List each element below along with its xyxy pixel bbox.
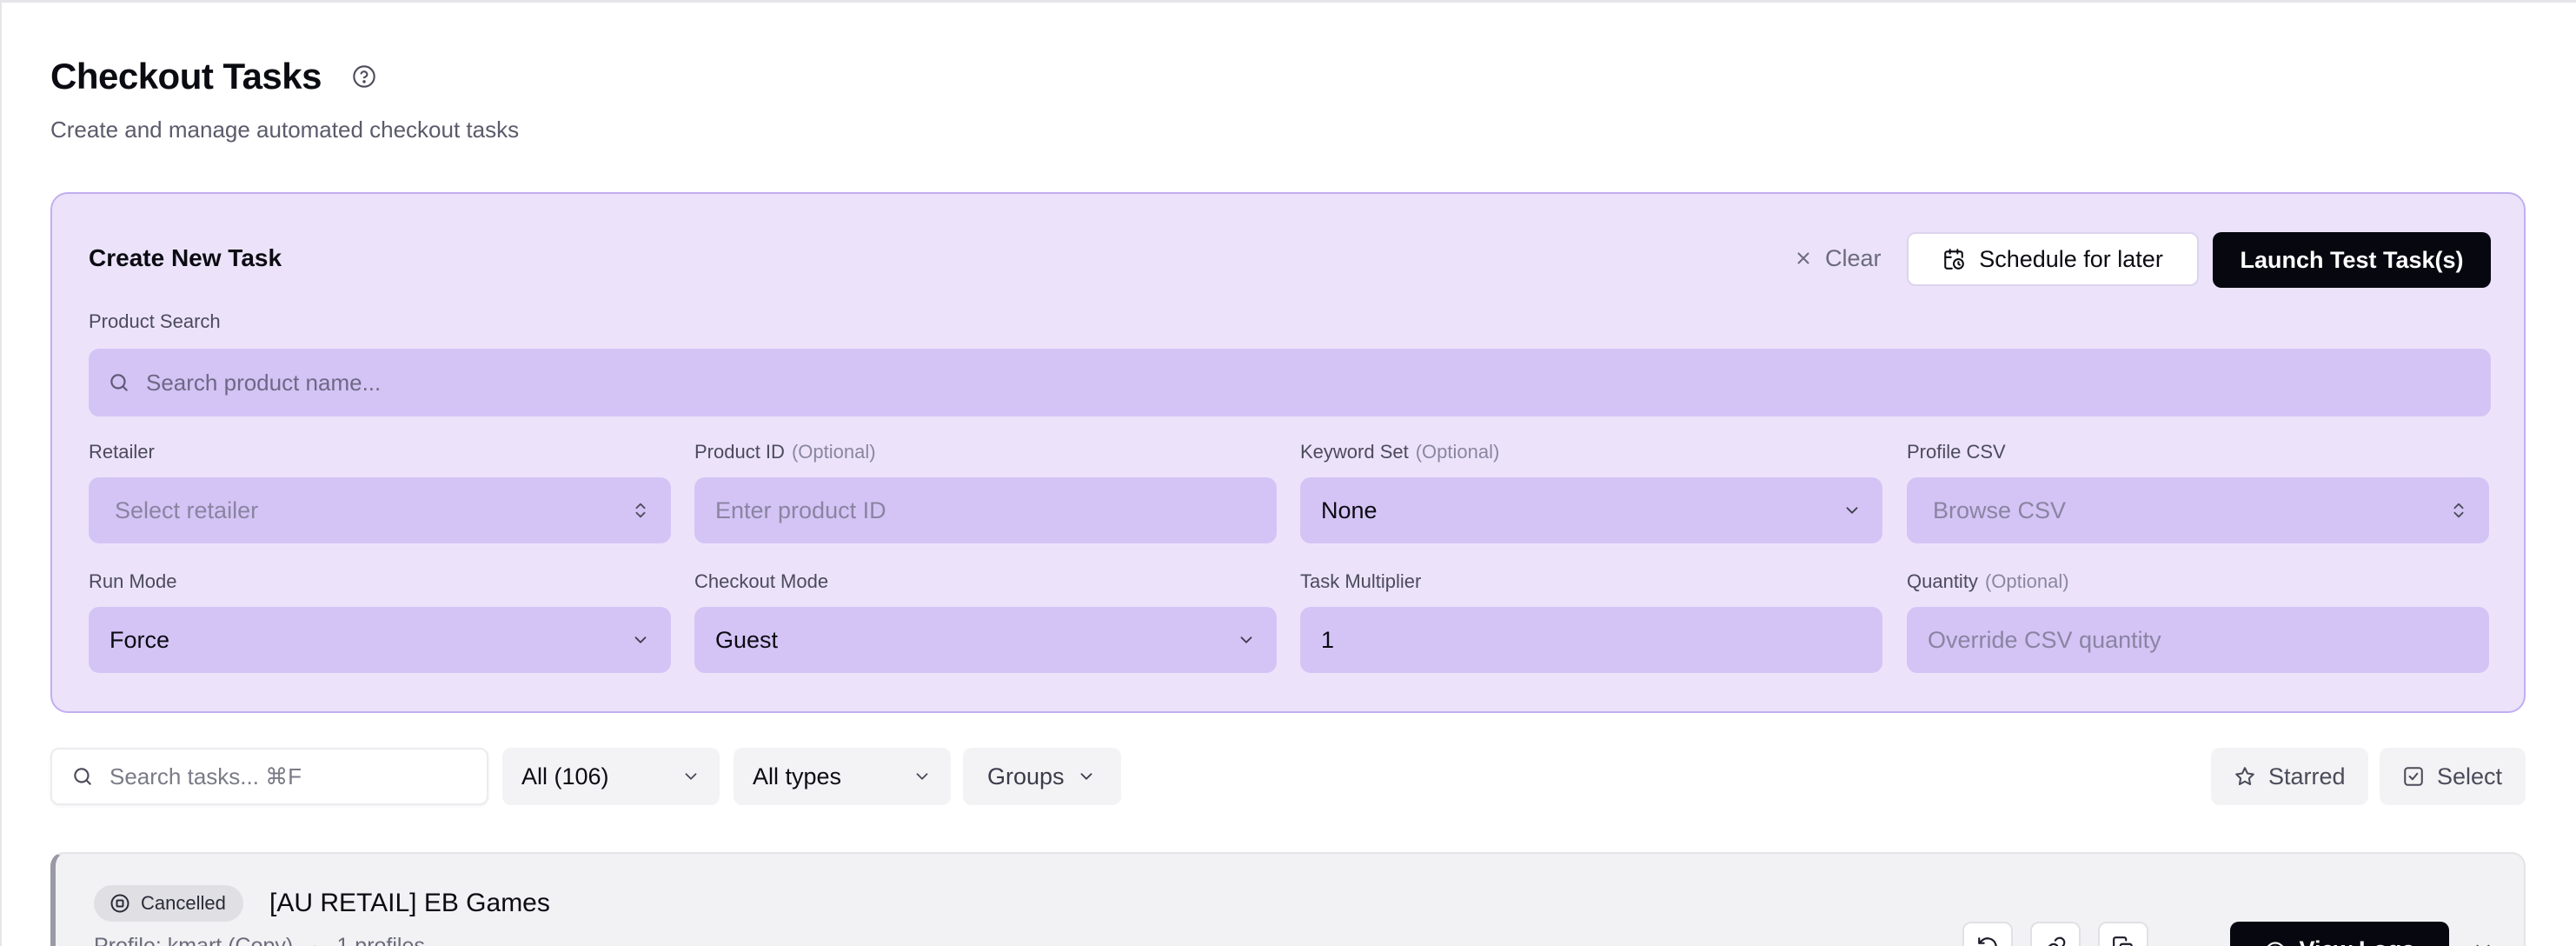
- task-title: [AU RETAIL] EB Games: [269, 889, 550, 917]
- task-multiplier-value: 1: [1321, 626, 1335, 653]
- left-border: [0, 0, 2, 946]
- duplicate-button[interactable]: [2098, 922, 2148, 946]
- groups-dropdown[interactable]: Groups: [963, 748, 1121, 805]
- search-icon: [74, 768, 91, 785]
- profile-csv-label: Profile CSV: [1907, 441, 2006, 463]
- type-filter-dropdown[interactable]: All types: [734, 748, 951, 805]
- restart-button[interactable]: [1962, 922, 2013, 946]
- checkout-mode-value: Guest: [715, 626, 779, 653]
- page-header: Checkout Tasks Create and manage automat…: [50, 56, 519, 143]
- quantity-label-text: Quantity: [1907, 570, 1978, 592]
- task-search-input[interactable]: Search tasks... ⌘F: [50, 748, 488, 805]
- view-logs-button[interactable]: View Logs: [2230, 922, 2449, 946]
- product-id-label: Product ID (Optional): [694, 441, 876, 463]
- run-mode-value: Force: [110, 626, 170, 653]
- schedule-label: Schedule for later: [1979, 245, 2163, 272]
- chevrons-up-down-icon: [635, 503, 646, 518]
- calendar-clock-icon: [1944, 249, 1965, 270]
- chevron-down-icon: [2476, 944, 2490, 946]
- type-filter-value: All types: [753, 763, 842, 789]
- retailer-placeholder: Select retailer: [115, 496, 259, 523]
- groups-label: Groups: [987, 763, 1065, 789]
- link-icon: [2048, 936, 2066, 946]
- copy-icon: [2113, 936, 2133, 946]
- expand-task-chevron[interactable]: [2472, 937, 2494, 946]
- close-icon: [1797, 252, 1809, 264]
- product-search-input[interactable]: Search product name...: [89, 349, 2491, 416]
- view-logs-label: View Logs: [2299, 936, 2414, 946]
- retailer-select[interactable]: Select retailer: [89, 477, 671, 543]
- product-id-label-text: Product ID: [694, 441, 785, 463]
- checkbox-icon: [2404, 767, 2423, 786]
- quantity-placeholder: Override CSV quantity: [1928, 626, 2161, 653]
- schedule-button[interactable]: Schedule for later: [1907, 232, 2199, 286]
- eye-icon: [2267, 942, 2284, 946]
- chevron-down-icon: [634, 636, 647, 643]
- product-search-placeholder: Search product name...: [146, 369, 382, 396]
- status-badge-label: Cancelled: [141, 892, 226, 914]
- chevron-down-icon: [1080, 773, 1092, 780]
- status-filter-value: All (106): [521, 763, 609, 789]
- status-badge: Cancelled: [94, 885, 243, 922]
- top-border: [0, 0, 2576, 3]
- stop-circle-icon: [110, 894, 129, 913]
- separator-dot: ·: [311, 934, 319, 946]
- link-button[interactable]: [2030, 922, 2081, 946]
- task-multiplier-input[interactable]: 1: [1300, 607, 1882, 673]
- status-filter-dropdown[interactable]: All (106): [502, 748, 720, 805]
- page-subtitle: Create and manage automated checkout tas…: [50, 117, 520, 143]
- clear-label: Clear: [1825, 244, 1882, 271]
- task-profile-info: Profile: kmart (Copy) · 1 profiles: [94, 934, 425, 946]
- optional-tag: (Optional): [791, 441, 876, 463]
- optional-tag: (Optional): [1984, 570, 2069, 592]
- checkout-mode-select[interactable]: Guest: [694, 607, 1277, 673]
- rotate-ccw-icon: [1978, 937, 1997, 946]
- starred-label: Starred: [2268, 763, 2346, 789]
- optional-tag: (Optional): [1415, 441, 1500, 463]
- quantity-label: Quantity (Optional): [1907, 570, 2069, 593]
- task-profile: Profile: kmart (Copy): [94, 934, 294, 946]
- chevron-down-icon: [916, 773, 928, 780]
- run-mode-select[interactable]: Force: [89, 607, 671, 673]
- create-task-card: Create New Task Clear Schedule for later…: [50, 192, 2526, 713]
- create-task-title: Create New Task: [89, 244, 282, 271]
- chevrons-up-down-icon: [2453, 503, 2464, 518]
- product-search-label: Product Search: [89, 310, 221, 332]
- select-button[interactable]: Select: [2380, 748, 2526, 805]
- run-mode-label: Run Mode: [89, 570, 177, 592]
- keyword-set-label: Keyword Set (Optional): [1300, 441, 1499, 463]
- search-icon: [110, 374, 128, 391]
- profile-csv-placeholder: Browse CSV: [1933, 496, 2067, 523]
- keyword-set-label-text: Keyword Set: [1300, 441, 1409, 463]
- chevron-down-icon: [1846, 507, 1858, 514]
- task-card[interactable]: Cancelled [AU RETAIL] EB Games Profile: …: [50, 852, 2526, 946]
- task-profile-count: 1 profiles: [336, 934, 425, 946]
- keyword-set-select[interactable]: None: [1300, 477, 1882, 543]
- task-search-placeholder: Search tasks... ⌘F: [110, 763, 302, 789]
- profile-csv-select[interactable]: Browse CSV: [1907, 477, 2489, 543]
- clear-button[interactable]: Clear: [1780, 232, 1895, 284]
- chevron-down-icon: [685, 773, 697, 780]
- task-multiplier-label: Task Multiplier: [1300, 570, 1422, 592]
- product-id-input[interactable]: Enter product ID: [694, 477, 1277, 543]
- select-label: Select: [2437, 763, 2503, 789]
- retailer-label: Retailer: [89, 441, 155, 463]
- star-icon: [2235, 767, 2254, 786]
- starred-button[interactable]: Starred: [2211, 748, 2368, 805]
- keyword-set-value: None: [1321, 496, 1378, 523]
- help-icon[interactable]: [351, 63, 377, 90]
- launch-test-tasks-button[interactable]: Launch Test Task(s): [2213, 232, 2491, 288]
- chevron-down-icon: [1240, 636, 1252, 643]
- quantity-input[interactable]: Override CSV quantity: [1907, 607, 2489, 673]
- checkout-mode-label: Checkout Mode: [694, 570, 829, 592]
- page-title: Checkout Tasks: [50, 56, 322, 97]
- product-id-placeholder: Enter product ID: [715, 496, 886, 523]
